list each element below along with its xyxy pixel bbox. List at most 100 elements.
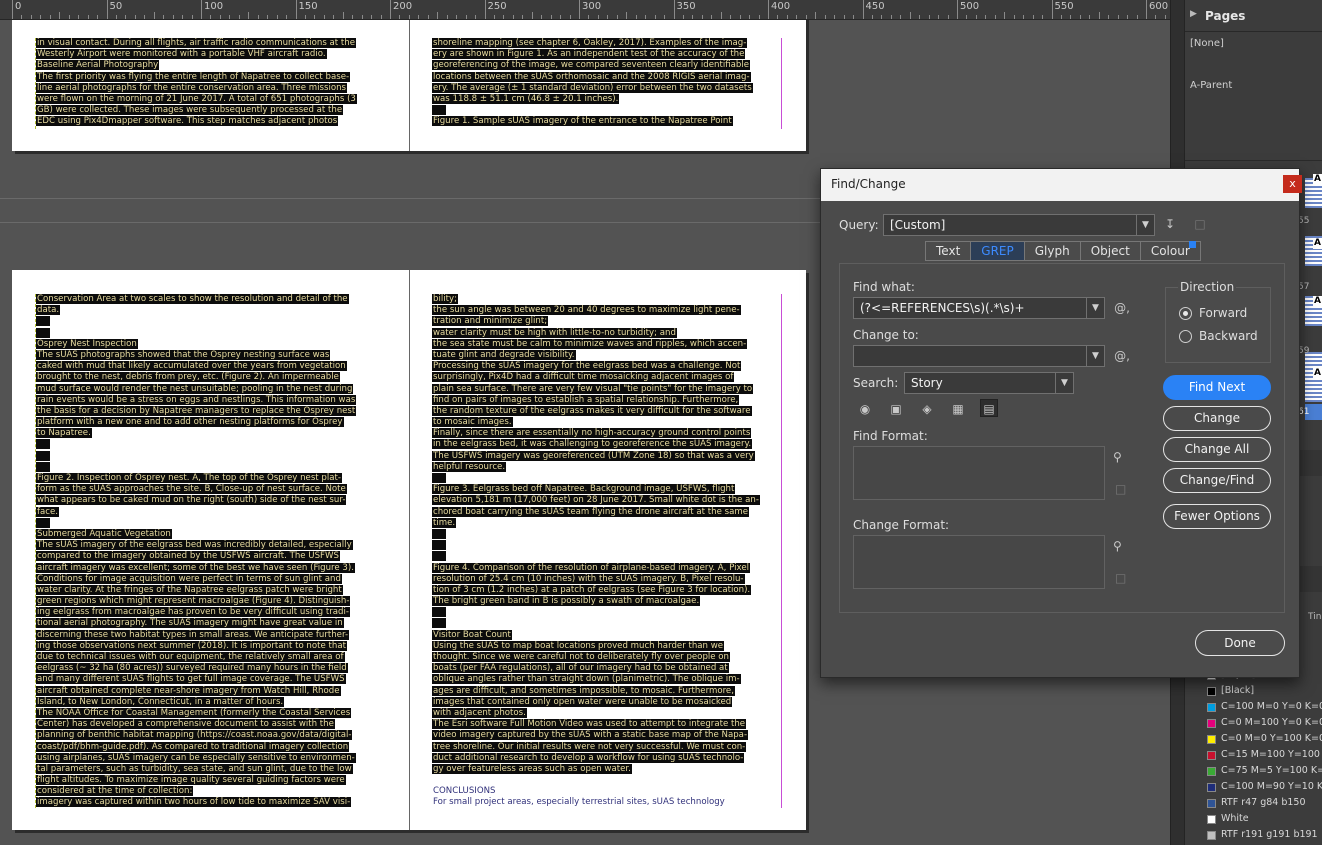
text-line: the sea state must be calm to minimize w… [432, 338, 781, 350]
text-run [36, 439, 50, 450]
ruler-label: 300 [582, 1, 602, 12]
find-change-dialog: Find/Change x Query: [Custom] ▼ ↧ □ Text… [820, 168, 1302, 678]
tab-object[interactable]: Object [1080, 241, 1141, 261]
swatch-item[interactable]: C=100 M=0 Y=0 K=0 [1190, 699, 1322, 715]
text-run: images that contained only open water we… [432, 696, 733, 707]
parent-a[interactable]: A-Parent [1190, 80, 1232, 91]
specify-change-format-icon[interactable]: ⚲ [1113, 539, 1122, 553]
include-hidden-layers-icon[interactable]: ◈ [918, 400, 936, 418]
text-run: the sea state must be calm to minimize w… [432, 338, 748, 349]
text-frame-top-right[interactable]: shoreline mapping (see chapter 6, Oakley… [432, 38, 782, 129]
text-run: Island, to New London, Connecticut, in a… [36, 696, 285, 707]
text-line: with adjacent photos. [432, 707, 781, 719]
text-line [36, 316, 387, 327]
text-run: in the eelgrass bed, it was challenging … [432, 439, 753, 450]
text-run: Figure 4. Comparison of the resolution o… [432, 562, 750, 573]
text-run: data. [36, 305, 61, 316]
ruler-label: 100 [204, 1, 224, 12]
include-locked-stories-icon[interactable]: ▣ [887, 400, 905, 418]
pages-panel-tab[interactable]: ▶ Pages [1185, 0, 1322, 32]
swatch-item[interactable]: C=75 M=5 Y=100 K=0 [1190, 763, 1322, 779]
chevron-down-icon[interactable]: ▼ [1086, 346, 1104, 366]
text-run: what appears to be caked mud on the righ… [36, 495, 347, 506]
change-find-button[interactable]: Change/Find [1163, 468, 1271, 493]
backward-label[interactable]: Backward [1199, 329, 1258, 343]
ruler-label: 550 [1054, 1, 1074, 12]
chevron-down-icon[interactable]: ▼ [1086, 298, 1104, 318]
special-characters-icon[interactable]: @, [1113, 299, 1131, 317]
find-format-box[interactable] [853, 446, 1105, 500]
text-line: time. [432, 517, 781, 529]
text-line: the random texture of the eelgrass makes… [432, 405, 781, 417]
parent-badge: A [1313, 238, 1322, 249]
text-line: imagery was captured within two hours of… [36, 797, 387, 808]
chevron-down-icon[interactable]: ▼ [1136, 215, 1154, 235]
text-line: Island, to New London, Connecticut, in a… [36, 696, 387, 708]
chevron-down-icon[interactable]: ▼ [1055, 373, 1073, 393]
backward-radio[interactable] [1179, 330, 1192, 343]
change-to-input[interactable]: ▼ [853, 345, 1105, 367]
swatch-item[interactable]: RTF r47 g84 b150 [1190, 795, 1322, 811]
forward-label[interactable]: Forward [1199, 306, 1247, 320]
ruler-minor-tick [909, 12, 911, 19]
text-line: The USFWS imagery was georeferenced (UTM… [432, 450, 781, 462]
tab-grep[interactable]: GREP [971, 241, 1025, 261]
save-query-icon[interactable]: ↧ [1161, 215, 1179, 233]
text-line: caked with mud that likely accumulated o… [36, 361, 387, 372]
include-footnotes-icon[interactable]: ▤ [980, 399, 998, 417]
swatch-color-chip [1207, 799, 1216, 808]
text-run: georeferencing of the image, we compared… [432, 60, 751, 71]
text-run: GB) were collected. These images were su… [36, 105, 344, 116]
swatch-item[interactable]: [Black] [1190, 683, 1322, 699]
find-next-button[interactable]: Find Next [1163, 375, 1271, 400]
special-characters-icon[interactable]: @, [1113, 347, 1131, 365]
query-select[interactable]: [Custom] ▼ [883, 214, 1155, 236]
change-button[interactable]: Change [1163, 406, 1271, 431]
change-all-button[interactable]: Change All [1163, 437, 1271, 462]
close-button[interactable]: x [1283, 175, 1302, 193]
swatch-item[interactable]: C=100 M=90 Y=10 K=0 [1190, 779, 1322, 795]
specify-find-format-icon[interactable]: ⚲ [1113, 450, 1122, 464]
done-button[interactable]: Done [1195, 630, 1285, 656]
swatch-item[interactable]: C=0 M=0 Y=100 K=0 [1190, 731, 1322, 747]
text-line: shoreline mapping (see chapter 6, Oakley… [432, 38, 781, 49]
search-scope-select[interactable]: Story ▼ [904, 372, 1074, 394]
find-what-input[interactable]: (?<=REFERENCES\s)(.*\s)+ ▼ [853, 297, 1105, 319]
text-run: planning of benthic habitat mapping (htt… [36, 730, 353, 741]
text-line: tional aerial photography. The sUAS imag… [36, 618, 387, 629]
collapse-icon[interactable]: ▶ [1190, 9, 1197, 19]
clear-change-format-icon[interactable]: □ [1115, 571, 1126, 585]
text-frame-top-left[interactable]: in visual contact. During all flights, a… [35, 38, 387, 129]
swatch-item[interactable]: C=15 M=100 Y=100 K=0 [1190, 747, 1322, 763]
text-run: Processing the sUAS imagery for the eelg… [432, 361, 742, 372]
tab-text[interactable]: Text [925, 241, 972, 261]
swatch-item[interactable]: C=0 M=100 Y=0 K=0 [1190, 715, 1322, 731]
swatch-item[interactable]: White [1190, 811, 1322, 827]
text-line: Using the sUAS to map boat locations pro… [432, 640, 781, 652]
include-parent-pages-icon[interactable]: ▦ [949, 400, 967, 418]
parent-badge: A [1313, 296, 1322, 307]
swatch-item[interactable]: RTF r191 g191 b191 [1190, 827, 1322, 843]
text-line [432, 473, 781, 484]
forward-radio[interactable] [1179, 307, 1192, 320]
tab-glyph[interactable]: Glyph [1024, 241, 1081, 261]
text-frame-bottom-left[interactable]: Conservation Area at two scales to show … [35, 294, 387, 808]
swatch-color-chip [1207, 831, 1216, 840]
text-run: aircraft obtained complete near-shore im… [36, 685, 341, 696]
swatch-name: C=15 M=100 Y=100 K=0 [1221, 749, 1322, 760]
parent-none[interactable]: [None] [1190, 38, 1224, 49]
text-line: The bright green band in B is possibly a… [432, 596, 781, 607]
include-locked-layers-icon[interactable]: ◉ [856, 400, 874, 418]
dialog-titlebar[interactable]: Find/Change x [821, 169, 1302, 201]
text-run [36, 316, 50, 327]
ruler-minor-tick [531, 12, 533, 19]
clear-find-format-icon[interactable]: □ [1115, 482, 1126, 496]
swatch-name: C=0 M=0 Y=100 K=0 [1221, 733, 1322, 744]
fewer-options-button[interactable]: Fewer Options [1163, 504, 1271, 529]
text-run: Figure 2. Inspection of Osprey nest. A, … [36, 473, 342, 483]
change-format-box[interactable] [853, 535, 1105, 589]
text-frame-bottom-right[interactable]: bility; the sun angle was between 20 and … [432, 294, 782, 808]
text-line: Processing the sUAS imagery for the eelg… [432, 361, 781, 372]
text-line: ery. The average (± 1 standard deviation… [432, 82, 781, 94]
delete-query-icon[interactable]: □ [1191, 215, 1209, 233]
